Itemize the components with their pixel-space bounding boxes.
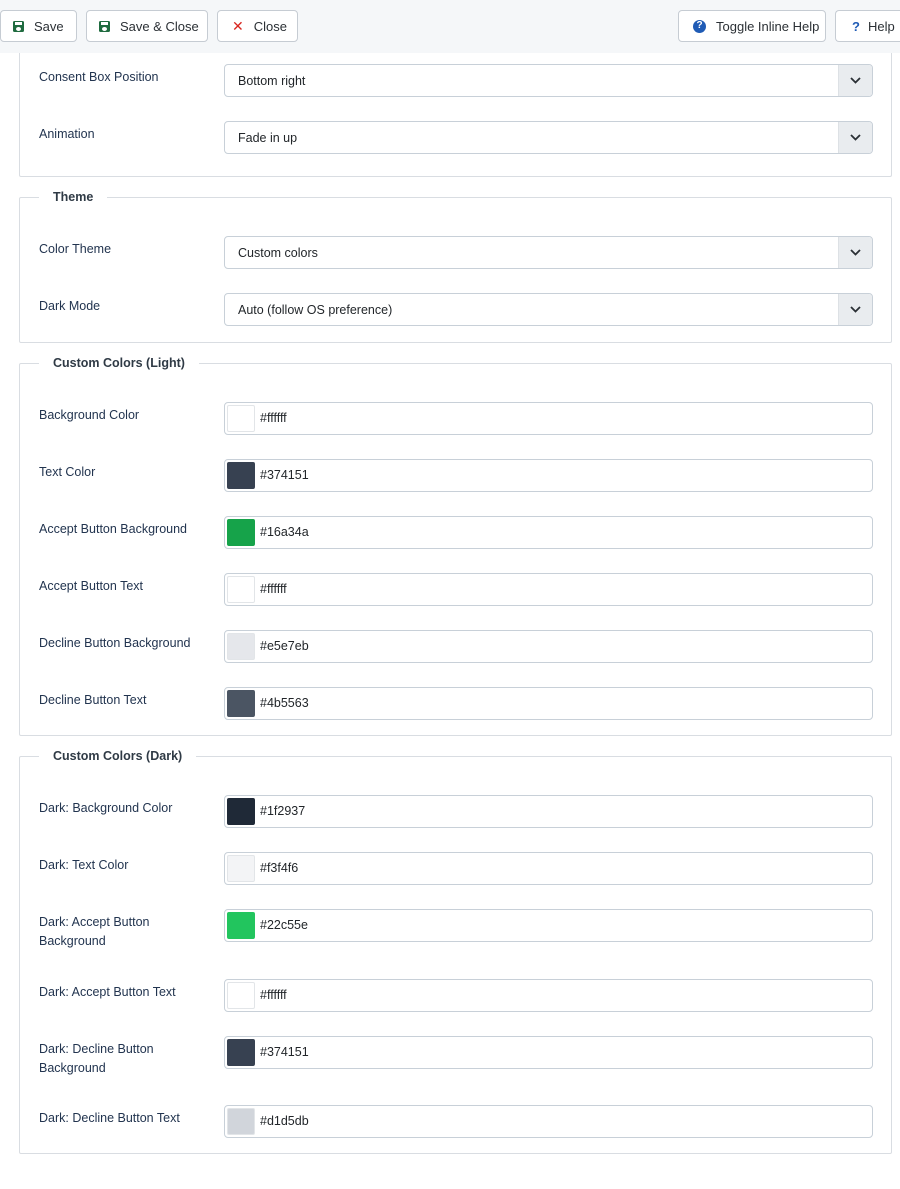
dark-accept-button-text-input[interactable]: #ffffff	[224, 979, 873, 1012]
toolbar: Save Save & Close ✕ Close ? Toggle Inlin…	[0, 0, 900, 53]
color-value: #f3f4f6	[260, 861, 299, 875]
color-value: #1f2937	[260, 804, 306, 818]
field-label: Dark: Text Color	[39, 858, 129, 872]
animation-select[interactable]: Fade in up	[224, 121, 873, 154]
field-label: Dark: Decline Button Background	[39, 1042, 154, 1075]
color-theme-select[interactable]: Custom colors	[224, 236, 873, 269]
consent-box-position-select[interactable]: Bottom right	[224, 64, 873, 97]
save-button-label: Save	[34, 18, 64, 34]
color-value: #e5e7eb	[260, 639, 309, 653]
dark-accept-button-background-input[interactable]: #22c55e	[224, 909, 873, 942]
section-theme: Theme Color Theme Custom colors Dark Mod…	[19, 190, 892, 343]
save-and-close-button-label: Save & Close	[120, 18, 199, 34]
color-swatch[interactable]	[227, 576, 255, 603]
color-value: #ffffff	[260, 411, 287, 425]
color-value: #374151	[260, 1045, 309, 1059]
floppy-disk-icon	[13, 20, 24, 32]
color-value: #374151	[260, 468, 309, 482]
select-value: Custom colors	[238, 245, 318, 260]
select-value: Auto (follow OS preference)	[238, 302, 393, 317]
accept-button-background-input[interactable]: #16a34a	[224, 516, 873, 549]
color-value: #16a34a	[260, 525, 309, 539]
save-and-close-button[interactable]: Save & Close	[86, 10, 208, 42]
color-swatch[interactable]	[227, 633, 255, 660]
field-label: Dark: Decline Button Text	[39, 1111, 180, 1125]
color-value: #ffffff	[260, 582, 287, 596]
dark-mode-select[interactable]: Auto (follow OS preference)	[224, 293, 873, 326]
dark-decline-button-background-input[interactable]: #374151	[224, 1036, 873, 1069]
background-color-input[interactable]: #ffffff	[224, 402, 873, 435]
section-custom-colors-light: Custom Colors (Light) Background Color #…	[19, 356, 892, 736]
color-value: #22c55e	[260, 918, 308, 932]
chevron-down-icon	[838, 122, 872, 153]
select-value: Bottom right	[238, 73, 306, 88]
question-circle-icon: ?	[693, 19, 706, 33]
field-label: Dark: Accept Button Text	[39, 985, 176, 999]
section-legend: Custom Colors (Light)	[53, 356, 185, 370]
help-button-label: Help	[867, 18, 895, 34]
field-label: Accept Button Text	[39, 579, 143, 593]
accept-button-text-input[interactable]: #ffffff	[224, 573, 873, 606]
field-label: Accept Button Background	[39, 522, 188, 536]
color-swatch[interactable]	[227, 1108, 255, 1135]
question-icon: ?	[852, 18, 860, 34]
toggle-inline-help-label: Toggle Inline Help	[716, 18, 820, 34]
floppy-disk-icon	[99, 20, 110, 32]
color-swatch[interactable]	[227, 1039, 255, 1066]
color-swatch[interactable]	[227, 855, 255, 882]
close-x-icon: ✕	[232, 18, 244, 34]
field-label: Decline Button Background	[39, 636, 191, 650]
toggle-inline-help-button[interactable]: ? Toggle Inline Help	[678, 10, 826, 42]
decline-button-text-input[interactable]: #4b5563	[224, 687, 873, 720]
chevron-down-icon	[838, 237, 872, 268]
field-label: Dark Mode	[39, 299, 101, 313]
select-value: Fade in up	[238, 130, 298, 145]
color-swatch[interactable]	[227, 690, 255, 717]
dark-decline-button-text-input[interactable]: #d1d5db	[224, 1105, 873, 1138]
field-label: Decline Button Text	[39, 693, 147, 707]
section-legend: Theme	[53, 190, 94, 204]
color-swatch[interactable]	[227, 982, 255, 1009]
field-label: Animation	[39, 127, 95, 141]
section-consent-layout: Consent Box Position Bottom right Animat…	[19, 53, 892, 177]
section-custom-colors-dark: Custom Colors (Dark) Dark: Background Co…	[19, 749, 892, 1154]
save-button[interactable]: Save	[0, 10, 77, 42]
field-label: Color Theme	[39, 242, 112, 256]
field-label: Dark: Accept Button Background	[39, 915, 150, 948]
close-button[interactable]: ✕ Close	[217, 10, 298, 42]
color-value: #d1d5db	[260, 1114, 309, 1128]
field-label: Consent Box Position	[39, 70, 159, 84]
help-button[interactable]: ? Help	[835, 10, 900, 42]
color-swatch[interactable]	[227, 912, 255, 939]
color-swatch[interactable]	[227, 405, 255, 432]
text-color-input[interactable]: #374151	[224, 459, 873, 492]
color-swatch[interactable]	[227, 519, 255, 546]
chevron-down-icon	[838, 65, 872, 96]
dark-text-color-input[interactable]: #f3f4f6	[224, 852, 873, 885]
color-value: #ffffff	[260, 988, 287, 1002]
field-label: Text Color	[39, 465, 96, 479]
color-swatch[interactable]	[227, 462, 255, 489]
chevron-down-icon	[838, 294, 872, 325]
color-value: #4b5563	[260, 696, 309, 710]
field-label: Dark: Background Color	[39, 801, 173, 815]
section-legend: Custom Colors (Dark)	[53, 749, 183, 763]
close-button-label: Close	[253, 18, 287, 34]
field-label: Background Color	[39, 408, 140, 422]
dark-background-color-input[interactable]: #1f2937	[224, 795, 873, 828]
color-swatch[interactable]	[227, 798, 255, 825]
decline-button-background-input[interactable]: #e5e7eb	[224, 630, 873, 663]
